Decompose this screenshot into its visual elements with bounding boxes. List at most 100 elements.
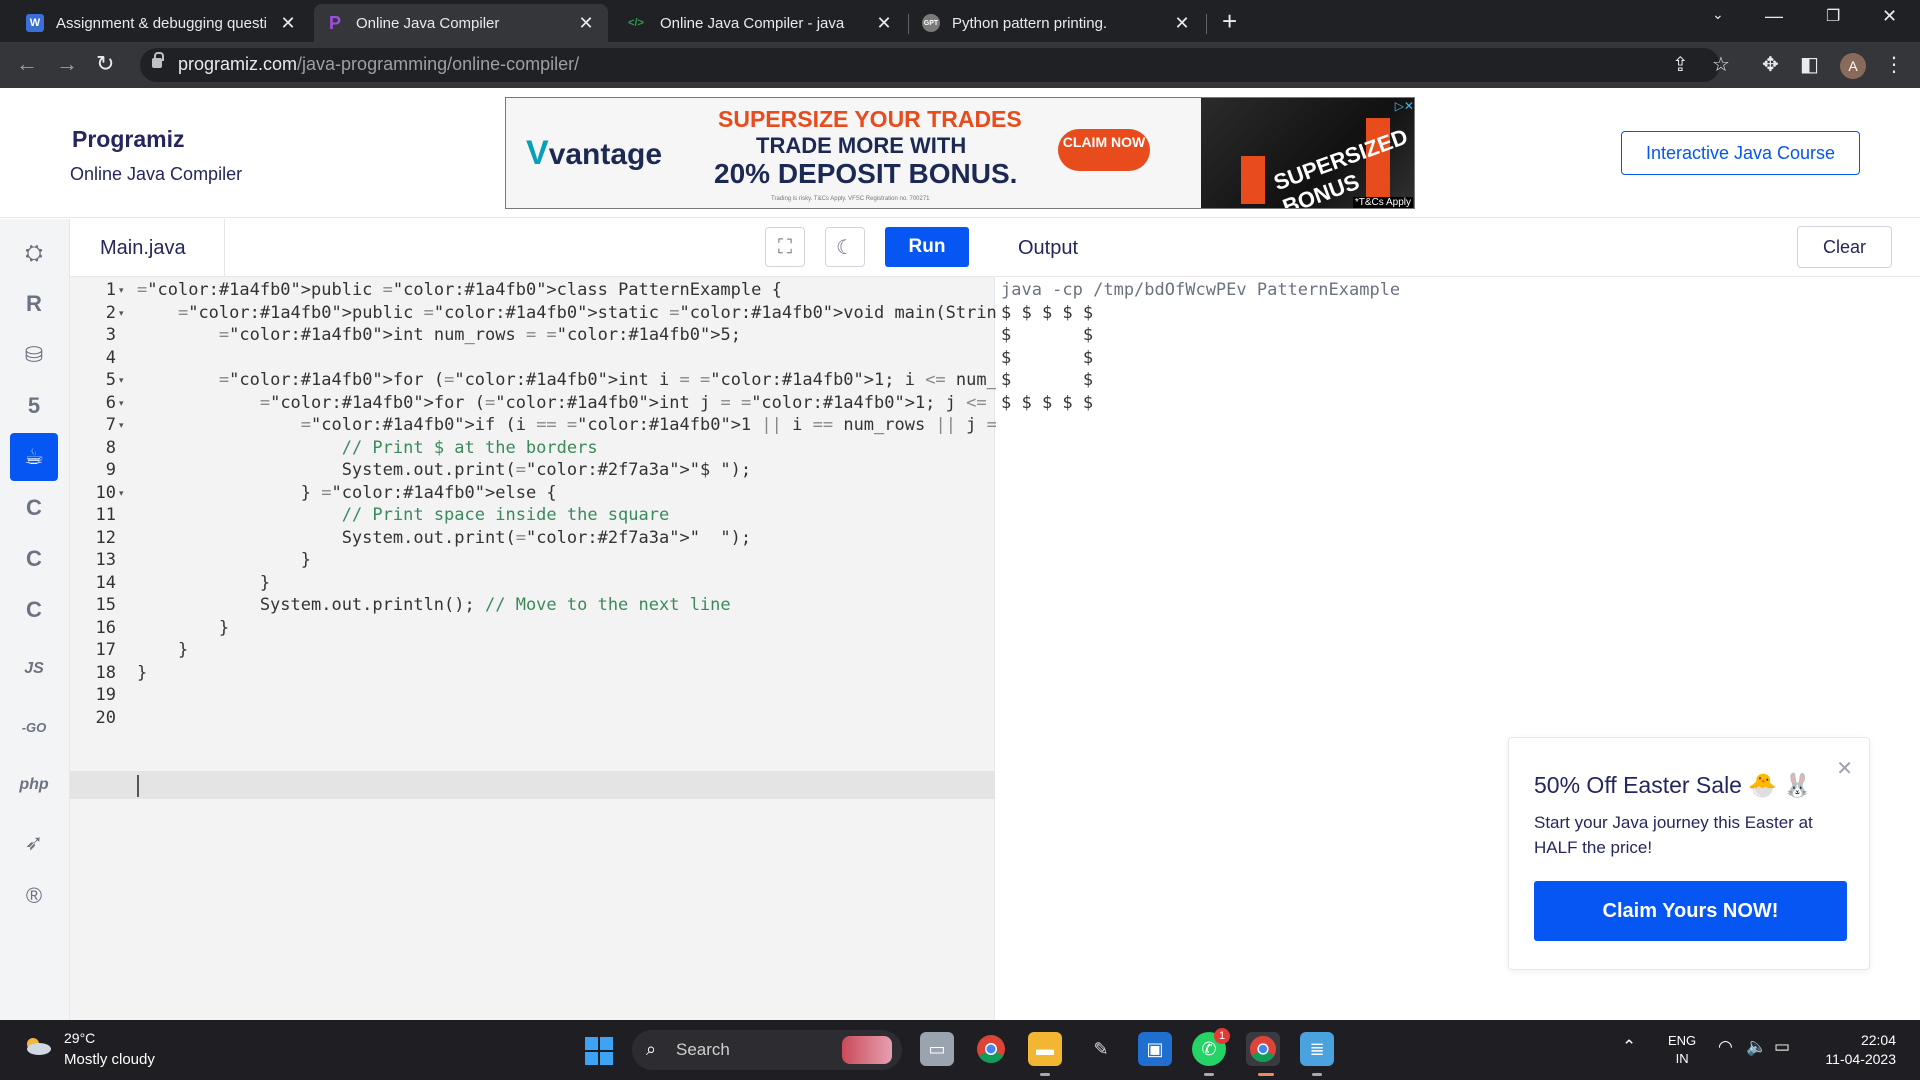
clear-button[interactable]: Clear	[1797, 226, 1892, 268]
restore-icon[interactable]: ❐	[1826, 6, 1840, 26]
extensions-puzzle-icon[interactable]: ✥	[1762, 53, 1779, 77]
microsoft-store-icon[interactable]: ▣	[1138, 1032, 1172, 1066]
ad-line-2: TRADE MORE WITH	[756, 133, 967, 158]
claim-yours-now-button[interactable]: Claim Yours NOW!	[1534, 881, 1847, 941]
window-close-icon[interactable]: ✕	[1882, 6, 1897, 27]
kebab-menu-icon[interactable]: ⋮	[1884, 53, 1904, 77]
weather-cloud-icon[interactable]	[22, 1034, 52, 1056]
browser-tab-assignment[interactable]: W Assignment & debugging questi ✕	[14, 4, 310, 42]
search-icon: ⌕	[646, 1039, 657, 1059]
advertisement-banner[interactable]: Vvantage SUPERSIZE YOUR TRADES TRADE MOR…	[505, 97, 1415, 209]
notepad-edit-icon[interactable]: ✎	[1084, 1032, 1118, 1066]
run-button[interactable]: Run	[885, 227, 969, 267]
fold-arrow-icon[interactable]: ▾	[119, 412, 124, 440]
task-view-icon[interactable]: ▭	[920, 1032, 954, 1066]
browser-tab-python-pattern[interactable]: GPT Python pattern printing. ✕	[910, 4, 1204, 42]
bookmark-star-icon[interactable]: ☆	[1712, 53, 1730, 77]
system-clock[interactable]: 22:04 11-04-2023	[1816, 1031, 1896, 1069]
promo-description: Start your Java journey this Easter at H…	[1534, 813, 1813, 857]
fold-arrow-icon[interactable]: ▾	[119, 300, 124, 328]
running-indicator	[1204, 1073, 1214, 1076]
fold-arrow-icon[interactable]: ▾	[119, 480, 124, 508]
ad-fine-print: Trading is risky. T&Cs Apply. VFSC Regis…	[771, 196, 930, 202]
ad-line-3: 20% DEPOSIT BONUS.	[714, 158, 1018, 189]
browser-toolbar: ← → ↻ programiz.com/java-programming/onl…	[0, 42, 1920, 88]
ad-artwork: SUPERSIZED BONUS *T&Cs Apply ▷✕	[1201, 98, 1414, 208]
windows-start-icon[interactable]	[585, 1037, 613, 1065]
battery-icon[interactable]: ▭	[1774, 1037, 1790, 1057]
url-host: programiz.com	[178, 54, 298, 74]
tab-title: Online Java Compiler	[356, 14, 500, 32]
php-icon[interactable]: php	[10, 761, 58, 809]
tab-close-icon[interactable]: ✕	[278, 13, 298, 34]
tab-search-chevron-icon[interactable]: ⌄	[1712, 6, 1724, 23]
url-text[interactable]: programiz.com/java-programming/online-co…	[178, 54, 579, 75]
clock-date: 11-04-2023	[1825, 1051, 1896, 1067]
browser-tab-online-java-compiler[interactable]: P Online Java Compiler ✕	[314, 4, 608, 42]
lang-glyph: ⛁	[24, 342, 44, 367]
weather-description[interactable]: Mostly cloudy	[64, 1051, 155, 1068]
ad-claim-button[interactable]: CLAIM NOW	[1058, 129, 1150, 171]
lang-glyph: -GO	[21, 719, 47, 735]
running-indicator	[1040, 1073, 1050, 1076]
dark-mode-moon-icon[interactable]: ☾	[825, 227, 865, 267]
file-tab-main-java[interactable]: Main.java	[70, 219, 225, 277]
cpp-icon[interactable]: C	[10, 535, 58, 583]
code-editor[interactable]: 1 ▾ 2 ▾ 3 4 5 ▾ 6 ▾ 7 ▾ 8 9 10 ▾ 11 12 13 14 15 16 17 18 19 20 ="…	[70, 277, 1406, 1020]
code-line[interactable]: }	[137, 660, 147, 688]
lang-glyph: R	[26, 291, 42, 316]
javascript-icon[interactable]: JS	[10, 645, 58, 693]
wifi-icon[interactable]: ◠	[1718, 1037, 1733, 1057]
minimize-icon[interactable]: —	[1765, 6, 1783, 27]
rust-icon[interactable]: ®	[10, 872, 58, 920]
output-title: Output	[1018, 237, 1079, 259]
back-arrow-icon[interactable]: ←	[16, 52, 38, 76]
ad-terms: *T&Cs Apply	[1352, 197, 1413, 208]
tab-close-icon[interactable]: ✕	[1172, 13, 1192, 34]
fullscreen-icon[interactable]: ⛶	[765, 227, 805, 267]
tab-close-icon[interactable]: ✕	[576, 13, 596, 34]
ad-close-icon[interactable]: ▷✕	[1395, 99, 1414, 113]
lang-glyph: php	[19, 776, 49, 793]
language-sidebar: ⛭ R ⛁ 5 ☕ C C C JS -GO php ➶ ®	[0, 219, 70, 1020]
lang-glyph: C	[26, 495, 42, 520]
forward-arrow-icon[interactable]: →	[56, 52, 78, 76]
profile-avatar[interactable]: A	[1840, 53, 1866, 79]
volume-muted-icon[interactable]: 🔈	[1746, 1037, 1767, 1057]
chrome-profile-icon[interactable]	[1246, 1032, 1280, 1066]
programiz-logo[interactable]: Programiz	[72, 126, 184, 153]
new-tab-plus-icon[interactable]: +	[1222, 8, 1237, 34]
tab-title: Online Java Compiler - java	[660, 14, 845, 32]
c-icon[interactable]: C	[10, 484, 58, 532]
share-icon[interactable]: ⇪	[1672, 53, 1689, 77]
browser-tab-online-java-compiler-java[interactable]: </> Online Java Compiler - java ✕	[612, 4, 906, 42]
ad-brand-logo: Vvantage	[526, 134, 663, 172]
swift-icon[interactable]: ➶	[10, 819, 58, 867]
r-icon[interactable]: R	[10, 280, 58, 328]
search-label: Search	[676, 1040, 730, 1059]
python-icon[interactable]: ⛭	[10, 229, 58, 277]
csharp-icon[interactable]: C	[10, 586, 58, 634]
tray-chevron-up-icon[interactable]: ⌃	[1622, 1037, 1636, 1057]
database-icon[interactable]: ⛁	[10, 331, 58, 379]
clock-time: 22:04	[1860, 1032, 1896, 1048]
side-panel-icon[interactable]: ◧	[1800, 53, 1819, 77]
chrome-icon[interactable]	[974, 1032, 1008, 1066]
html5-icon[interactable]: 5	[10, 382, 58, 430]
lock-icon[interactable]	[152, 52, 164, 68]
taskbar-search-box[interactable]: ⌕ Search	[632, 1030, 902, 1070]
promo-close-icon[interactable]: ✕	[1836, 756, 1853, 781]
code-line[interactable]: ="color:#1a4fb0">int num_rows = ="color:…	[137, 322, 741, 350]
lang-glyph: C	[26, 546, 42, 571]
notepad-icon[interactable]: ≣	[1300, 1032, 1334, 1066]
line-number: 20	[95, 707, 116, 728]
reload-icon[interactable]: ↻	[96, 52, 114, 76]
go-icon[interactable]: -GO	[10, 703, 58, 751]
java-icon[interactable]: ☕	[10, 433, 58, 481]
file-explorer-icon[interactable]: ▬	[1028, 1032, 1062, 1066]
interactive-java-course-button[interactable]: Interactive Java Course	[1621, 131, 1860, 175]
input-language-indicator[interactable]: ENG IN	[1668, 1032, 1696, 1068]
weather-temperature[interactable]: 29°C	[64, 1030, 95, 1046]
tab-close-icon[interactable]: ✕	[874, 13, 894, 34]
ad-brand-name: vantage	[548, 138, 663, 171]
